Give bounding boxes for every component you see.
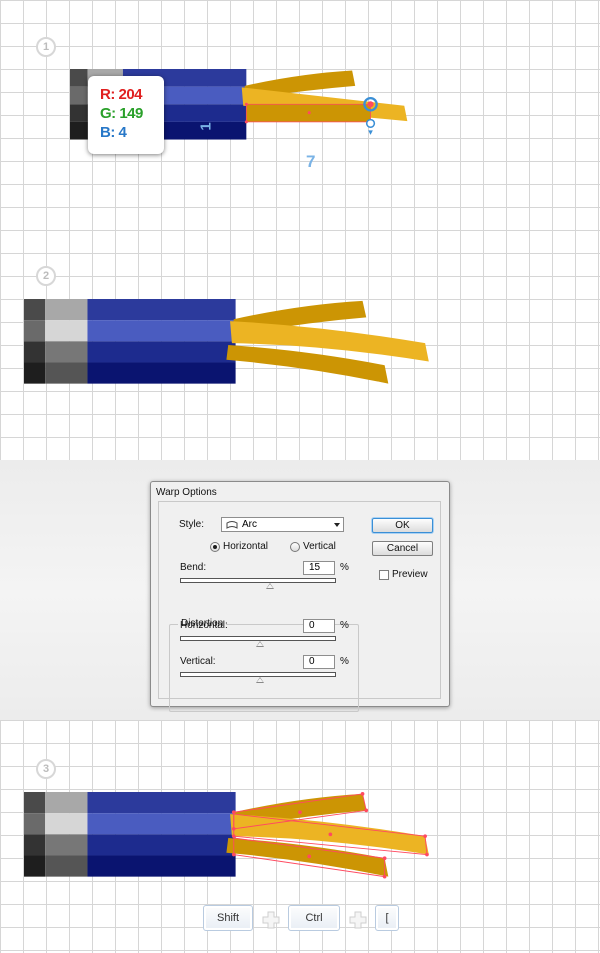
rgb-color-readout: R: 204 G: 149 B: 4 xyxy=(88,76,164,154)
horizontal-radio[interactable] xyxy=(210,542,220,552)
vertical-radio[interactable] xyxy=(290,542,300,552)
vertical-distortion-unit: % xyxy=(340,656,349,667)
vertical-distortion-slider-thumb[interactable] xyxy=(256,677,264,683)
pencil-artwork-step2 xyxy=(24,299,429,384)
plus-icon xyxy=(262,911,280,929)
warp-options-dialog: Warp Options Style: Arc Horizontal Verti… xyxy=(150,481,450,712)
horizontal-distortion-unit: % xyxy=(340,620,349,631)
blue-value-label: B: 4 xyxy=(100,124,127,141)
pencil-artwork-step3 xyxy=(24,792,429,879)
bend-slider-thumb[interactable] xyxy=(266,583,274,589)
vertical-radio-label: Vertical xyxy=(303,541,336,552)
bend-slider-track[interactable] xyxy=(180,578,336,583)
bend-unit: % xyxy=(340,562,349,573)
green-value-label: G: 149 xyxy=(100,105,143,122)
chevron-down-icon xyxy=(334,523,340,527)
step-badge-3: 3 xyxy=(36,759,56,779)
height-dimension-label: 1 xyxy=(197,122,215,131)
style-select-value: Arc xyxy=(242,519,257,530)
step-badge-1: 1 xyxy=(36,37,56,57)
horizontal-distortion-label: Horizontal: xyxy=(180,620,228,631)
dialog-content: Style: Arc Horizontal Vertical Bend: 15 … xyxy=(158,501,441,712)
vertical-distortion-label: Vertical: xyxy=(180,656,216,667)
plus-icon xyxy=(349,911,367,929)
horizontal-distortion-input[interactable]: 0 xyxy=(303,619,335,633)
dialog-title: Warp Options xyxy=(156,487,217,498)
preview-label: Preview xyxy=(392,569,428,580)
bend-label: Bend: xyxy=(180,562,207,573)
vertical-distortion-input[interactable]: 0 xyxy=(303,655,335,669)
cancel-button[interactable]: Cancel xyxy=(372,541,433,556)
style-label: Style: xyxy=(179,519,205,530)
ctrl-key: Ctrl xyxy=(288,905,340,931)
red-value-label: R: 204 xyxy=(100,86,143,103)
shift-key: Shift xyxy=(203,905,253,931)
horizontal-radio-label: Horizontal xyxy=(223,541,269,552)
width-dimension-label: 7 xyxy=(306,152,316,171)
horizontal-distortion-slider-thumb[interactable] xyxy=(256,641,264,647)
arc-warp-icon xyxy=(226,521,238,529)
bend-input[interactable]: 15 xyxy=(303,561,335,575)
left-bracket-key: [ xyxy=(375,905,399,931)
preview-checkbox[interactable] xyxy=(379,570,389,580)
step-badge-2: 2 xyxy=(36,266,56,286)
ok-button[interactable]: OK xyxy=(372,518,433,533)
style-select[interactable]: Arc xyxy=(221,517,344,532)
